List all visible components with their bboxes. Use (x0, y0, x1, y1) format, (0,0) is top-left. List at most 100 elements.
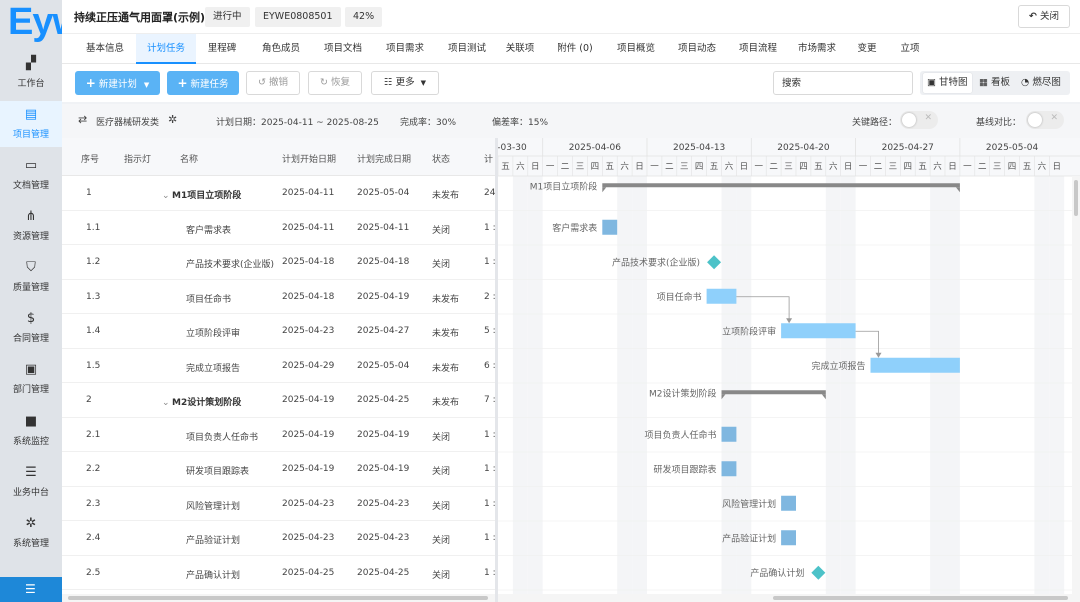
nav-item-0[interactable]: ▞ 工作台 (0, 50, 62, 96)
row-extra: 1 : (484, 257, 495, 267)
redo-button[interactable]: ↻ 恢复 (308, 71, 362, 95)
tab-11[interactable]: 项目流程 (729, 34, 787, 64)
nav-item-8[interactable]: ☰ 业务中台 (0, 459, 62, 505)
gantt-icon: ▣ (927, 77, 936, 88)
redo-label: 恢复 (330, 77, 350, 88)
project-tabs: 基本信息 计划任务 里程碑 角色成员 项目文档 项目需求 项目测试 关联项 附件 (0) 项目概览… (62, 34, 1080, 64)
task-bar[interactable] (721, 426, 737, 442)
week-label: -03-30 (498, 143, 527, 153)
tab-5[interactable]: 项目需求 (376, 34, 434, 64)
workbench-icon: ▞ (26, 56, 36, 71)
task-bar[interactable] (781, 323, 856, 339)
weekend-column (512, 176, 528, 602)
row-name: 立项阶段评审 (186, 326, 240, 339)
gantt-horizontal-scrollbar[interactable] (498, 594, 1080, 602)
more-button[interactable]: ☷ 更多 ▼ (371, 71, 439, 95)
row-no: 2.3 (86, 498, 101, 509)
nav-item-6[interactable]: ▣ 部门管理 (0, 356, 62, 402)
swap-icon[interactable]: ⇄ (78, 113, 87, 126)
row-status: 关闭 (432, 432, 451, 443)
redo-icon: ↻ (319, 77, 328, 88)
task-bar-label: 产品技术要求(企业版) (612, 256, 700, 268)
search-input[interactable] (773, 71, 913, 95)
table-row[interactable]: 1.4 立项阶段评审 2025-04-23 2025-04-27 未发布 5 : (62, 314, 495, 349)
deviation-rate: 偏差率：15% (492, 118, 549, 128)
tab-4[interactable]: 项目文档 (314, 34, 372, 64)
table-horizontal-scrollbar[interactable] (62, 594, 495, 602)
critical-path-toggle[interactable]: ✕ (900, 111, 938, 129)
task-bar[interactable] (721, 461, 737, 477)
nav-item-label: 系统监控 (12, 437, 49, 447)
chevron-down-icon[interactable]: ⌄ (162, 398, 172, 408)
table-row[interactable]: 2.2 研发项目跟踪表 2025-04-19 2025-04-19 关闭 1 : (62, 452, 495, 487)
row-name-text: 风险管理计划 (186, 501, 241, 512)
gantt-vertical-scrollbar[interactable] (1072, 176, 1080, 594)
task-bar[interactable] (706, 288, 737, 304)
view-gantt-button[interactable]: ▣ 甘特图 (923, 73, 972, 93)
tab-13[interactable]: 变更 (848, 34, 886, 64)
table-row[interactable]: 2 ⌄ M2设计策划阶段 2025-04-19 2025-04-25 未发布 7 : (62, 383, 495, 418)
nav-item-2[interactable]: ▭ 文档管理 (0, 152, 62, 198)
tab-10[interactable]: 项目动态 (668, 34, 726, 64)
baseline-compare-toggle[interactable]: ✕ (1026, 111, 1064, 129)
row-status: 关闭 (432, 570, 451, 581)
tab-6[interactable]: 项目测试 (438, 34, 496, 64)
weekend-column (617, 176, 633, 602)
table-row[interactable]: 2.5 产品确认计划 2025-04-25 2025-04-25 关闭 1 : (62, 555, 495, 590)
tab-2[interactable]: 里程碑 (198, 34, 246, 64)
nav-item-5[interactable]: $ 合同管理 (0, 305, 62, 351)
task-bar-label: 项目任命书 (657, 291, 702, 303)
row-end-date: 2025-04-11 (357, 222, 410, 233)
task-bar[interactable] (781, 530, 796, 546)
new-plan-button[interactable]: + 新建计划 ▼ (75, 71, 160, 95)
summary-bar[interactable] (721, 390, 826, 395)
settings-gear-icon[interactable]: ✲ (168, 113, 177, 126)
nav-item-7[interactable]: ■ 系统监控 (0, 408, 62, 454)
close-icon: ✕ (924, 113, 932, 123)
table-row[interactable]: 1.2 产品技术要求(企业版) 2025-04-18 2025-04-18 关闭 1 : (62, 245, 495, 280)
tab-7[interactable]: 关联项 (497, 34, 543, 64)
view-kanban-button[interactable]: ▦ 看板 (975, 73, 1014, 93)
row-name: 产品技术要求(企业版) (186, 257, 274, 270)
col-no: 序号 (81, 155, 100, 165)
week-label: 2025-05-04 (986, 143, 1039, 153)
table-row[interactable]: 2.1 项目负责人任命书 2025-04-19 2025-04-19 关闭 1 : (62, 417, 495, 452)
table-row[interactable]: 1.3 项目任命书 2025-04-18 2025-04-19 未发布 2 : (62, 279, 495, 314)
col-name: 名称 (180, 155, 199, 165)
week-label: 2025-04-13 (673, 143, 725, 153)
table-row[interactable]: 2.4 产品验证计划 2025-04-23 2025-04-23 关闭 1 : (62, 521, 495, 556)
table-row[interactable]: 1 ⌄ M1项目立项阶段 2025-04-11 2025-05-04 未发布 24 (62, 176, 495, 211)
nav-item-4[interactable]: ⛉ 质量管理 (0, 254, 62, 300)
close-button[interactable]: ↶ 关闭 (1018, 5, 1070, 28)
tab-9[interactable]: 项目概览 (607, 34, 665, 64)
summary-bar[interactable] (602, 183, 960, 188)
tab-12[interactable]: 市场需求 (789, 34, 845, 64)
tab-14[interactable]: 立项 (891, 34, 929, 64)
task-bar[interactable] (602, 219, 618, 235)
nav-item-1[interactable]: ▤ 项目管理 (0, 101, 62, 147)
tab-1[interactable]: 计划任务 (136, 34, 196, 64)
chevron-down-icon[interactable]: ⌄ (162, 191, 172, 201)
new-task-button[interactable]: + 新建任务 (167, 71, 239, 95)
task-bar[interactable] (870, 357, 960, 373)
table-row[interactable]: 1.1 客户需求表 2025-04-11 2025-04-11 关闭 1 : (62, 210, 495, 245)
undo-button[interactable]: ↺ 撤销 (246, 71, 300, 95)
view-burndown-button[interactable]: ◔ 燃尽图 (1017, 73, 1065, 93)
weekday-label: 五 (710, 162, 719, 172)
table-row[interactable]: 2.3 风险管理计划 2025-04-23 2025-04-23 关闭 1 : (62, 486, 495, 521)
table-row[interactable]: 1.5 完成立项报告 2025-04-29 2025-05-04 未发布 6 : (62, 348, 495, 383)
nav-item-9[interactable]: ✲ 系统管理 (0, 510, 62, 556)
tab-8[interactable]: 附件 (0) (547, 34, 603, 64)
task-bar-label: 完成立项报告 (811, 360, 865, 372)
app-logo: Eyw (0, 0, 62, 42)
milestone-diamond[interactable] (707, 255, 722, 270)
tab-0[interactable]: 基本信息 (77, 34, 133, 64)
tab-3[interactable]: 角色成员 (252, 34, 310, 64)
task-bar[interactable] (781, 495, 796, 511)
row-name-text: 研发项目跟踪表 (186, 467, 250, 477)
task-bar-label: 产品确认计划 (750, 567, 804, 579)
menu-collapse-button[interactable]: ☰ (0, 577, 62, 602)
row-name: 产品验证计划 (186, 533, 240, 546)
nav-item-3[interactable]: ⋔ 资源管理 (0, 203, 62, 249)
milestone-diamond[interactable] (811, 565, 826, 580)
